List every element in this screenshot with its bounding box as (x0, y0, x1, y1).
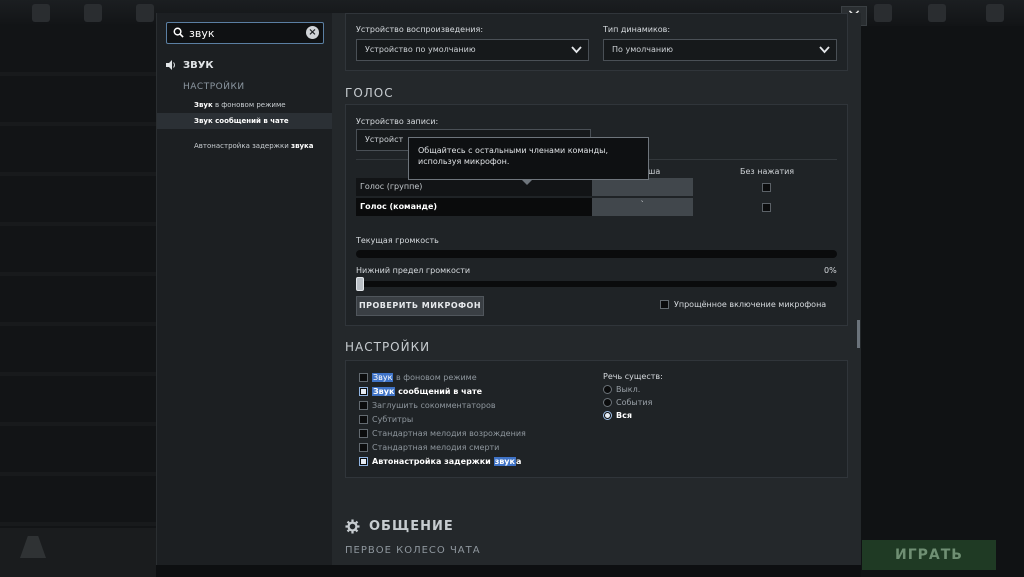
background-icon (84, 4, 102, 22)
speaker-type-value: По умолчанию (612, 45, 674, 54)
chevron-down-icon (571, 46, 582, 54)
voice-group-no-press-checkbox[interactable] (762, 183, 771, 192)
simple-mic-checkbox[interactable] (660, 300, 669, 309)
option-label-text: Автонастройка задержки (372, 457, 494, 466)
sidebar-item-label: в фоновом режиме (212, 101, 286, 109)
sidebar-item-label: сообщений в чате (212, 117, 289, 125)
speech-radio-all[interactable] (603, 411, 612, 420)
chevron-down-icon (819, 46, 830, 54)
option-background-sound-label: Звук в фоновом режиме (372, 373, 477, 382)
option-sound-latency-label: Автонастройка задержки звука (372, 457, 521, 466)
option-background-sound-checkbox[interactable] (359, 373, 368, 382)
record-device-value: Устройст (365, 135, 404, 144)
simple-mic-label: Упрощённое включение микрофона (674, 300, 827, 309)
settings-sidebar: × ЗВУК НАСТРОЙКИ Звук в фоновом режиме З… (156, 13, 333, 565)
sidebar-item-background-sound[interactable]: Звук в фоновом режиме (194, 101, 286, 109)
speech-radio-all-label: Вся (616, 411, 632, 420)
background-icon (32, 4, 50, 22)
background-right-panel (861, 26, 1024, 577)
background-icon (986, 4, 1004, 22)
speech-radio-off[interactable] (603, 385, 612, 394)
option-death-melody-checkbox[interactable] (359, 443, 368, 452)
option-chat-sound-label: Звук сообщений в чате (372, 387, 482, 396)
speech-radio-events-label: События (616, 398, 653, 407)
test-microphone-button[interactable]: ПРОВЕРИТЬ МИКРОФОН (356, 296, 484, 316)
option-death-melody-label: Стандартная мелодия смерти (372, 443, 500, 452)
search-highlight: Звук (372, 387, 396, 396)
option-respawn-melody-checkbox[interactable] (359, 429, 368, 438)
sidebar-item-chat-sound[interactable]: Звук сообщений в чате (157, 113, 333, 129)
min-volume-slider-handle[interactable] (356, 277, 364, 291)
playback-device-value: Устройство по умолчанию (365, 45, 476, 54)
settings-section-title: НАСТРОЙКИ (345, 340, 431, 354)
voice-row-group[interactable]: Голос (группе) (356, 178, 592, 196)
search-box[interactable]: × (166, 22, 324, 44)
speaker-type-select[interactable]: По умолчанию (603, 39, 837, 61)
option-respawn-melody-label: Стандартная мелодия возрождения (372, 429, 526, 438)
column-header-no-press: Без нажатия (740, 167, 795, 176)
speaker-type-label: Тип динамиков: (603, 25, 671, 34)
option-subtitles-checkbox[interactable] (359, 415, 368, 424)
speech-radio-off-label: Выкл. (616, 385, 641, 394)
search-highlight: Звук (372, 373, 394, 382)
sidebar-item-highlight: звука (291, 142, 314, 150)
min-volume-value: 0% (824, 266, 837, 275)
playback-device-select[interactable]: Устройство по умолчанию (356, 39, 589, 61)
sidebar-item-highlight: Звук (194, 101, 213, 109)
option-sound-latency-checkbox[interactable] (359, 457, 368, 466)
creature-speech-label: Речь существ: (603, 372, 663, 381)
sidebar-item-label: Автонастройка задержки (194, 142, 291, 150)
background-icon (928, 4, 946, 22)
option-label-text: в фоновом режиме (393, 373, 477, 382)
voice-tooltip: Общайтесь с остальными членами команды, … (408, 137, 649, 180)
playback-device-label: Устройство воспроизведения: (356, 25, 484, 34)
search-highlight: звук (493, 457, 516, 466)
tooltip-arrow (522, 180, 532, 185)
option-subtitles-label: Субтитры (372, 415, 414, 424)
background-left-panel (0, 26, 156, 577)
background-icon (136, 4, 154, 22)
option-chat-sound-checkbox[interactable] (359, 387, 368, 396)
current-volume-label: Текущая громкость (356, 236, 439, 245)
option-label-text: сообщений в чате (395, 387, 483, 396)
play-button[interactable]: ИГРАТЬ (862, 540, 996, 570)
min-volume-slider-track[interactable] (356, 281, 837, 287)
voice-section-title: ГОЛОС (345, 86, 394, 100)
gear-icon (345, 519, 360, 534)
column-header-key: ша (648, 167, 661, 176)
current-volume-meter (356, 250, 837, 258)
option-mute-cocasters-label: Заглушить сокомментаторов (372, 401, 496, 410)
voice-row-team[interactable]: Голос (команде) (356, 198, 592, 216)
speaker-icon (166, 60, 175, 70)
clear-search-icon[interactable]: × (306, 26, 319, 39)
communication-section-title: ОБЩЕНИЕ (369, 519, 454, 534)
search-input[interactable] (189, 25, 299, 41)
search-icon (173, 27, 184, 38)
min-volume-label: Нижний предел громкости (356, 266, 471, 275)
voice-group-key-cell[interactable] (592, 178, 693, 196)
scrollbar-thumb[interactable] (857, 320, 860, 348)
sidebar-section-sound[interactable]: ЗВУК (165, 57, 214, 73)
voice-team-key-cell[interactable]: ` (592, 198, 693, 216)
sidebar-item-highlight: Звук (194, 117, 213, 125)
sidebar-item-sound-latency[interactable]: Автонастройка задержки звука (194, 142, 314, 150)
voice-team-no-press-checkbox[interactable] (762, 203, 771, 212)
background-icon (874, 4, 892, 22)
option-label-text: а (515, 457, 522, 466)
record-device-label: Устройство записи: (356, 117, 439, 126)
option-mute-cocasters-checkbox[interactable] (359, 401, 368, 410)
speech-radio-events[interactable] (603, 398, 612, 407)
sidebar-section-label: ЗВУК (183, 59, 214, 71)
chat-wheel-title: ПЕРВОЕ КОЛЕСО ЧАТА (345, 545, 481, 556)
sidebar-subheading: НАСТРОЙКИ (183, 82, 245, 92)
